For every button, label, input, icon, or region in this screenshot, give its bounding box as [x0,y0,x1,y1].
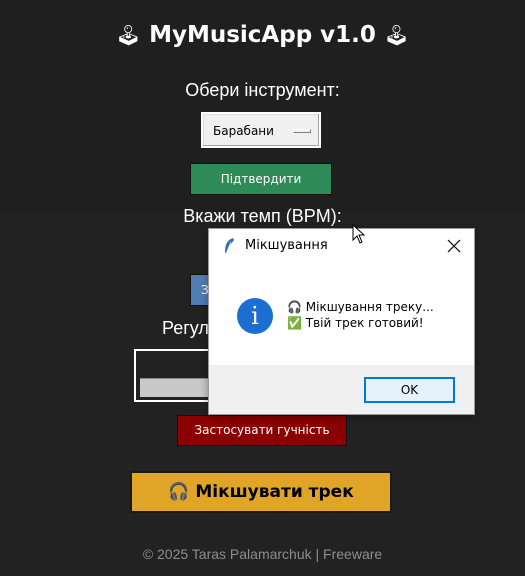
mouse-cursor-icon [352,224,366,244]
instrument-dropdown[interactable]: Барабани [201,112,321,148]
footer-copyright: © 2025 Taras Palamarchuk | Freeware [142,546,383,562]
mix-track-button[interactable]: 🎧 Мікшувати трек [130,471,392,513]
mix-dialog: Мікшування i 🎧 Мікшування треку... ✅ Тві… [208,228,475,415]
info-icon: i [237,298,273,334]
dialog-body: i 🎧 Мікшування треку... ✅ Твій трек гото… [209,263,474,363]
apply-volume-button[interactable]: Застосувати гучність [177,415,347,446]
tempo-label: Вкажи темп (BPM): [183,206,342,226]
ok-button[interactable]: OK [364,377,455,403]
dialog-footer: OK [209,365,474,414]
gamepad-icon: 🕹 [115,23,142,47]
dialog-titlebar[interactable]: Мікшування [209,229,474,263]
instrument-label: Обери інструмент: [185,80,340,100]
dropdown-indicator-icon [293,129,311,133]
feather-icon [225,238,234,255]
confirm-instrument-button[interactable]: Підтвердити [190,163,332,195]
gamepad-icon: 🕹 [383,23,410,47]
app-title: 🕹 MyMusicApp v1.0 🕹 [0,22,525,48]
dialog-message-line1: 🎧 Мікшування треку... [287,300,434,314]
headphones-icon: 🎧 [168,482,190,502]
instrument-selected: Барабани [213,124,274,138]
close-icon[interactable] [447,239,461,253]
app-title-text: MyMusicApp v1.0 [149,22,376,48]
mix-track-label: Мікшувати трек [195,482,354,502]
volume-label: Регул [162,318,209,338]
dialog-title: Мікшування [245,238,328,253]
dialog-message-line2: ✅ Твій трек готовий! [287,316,424,330]
